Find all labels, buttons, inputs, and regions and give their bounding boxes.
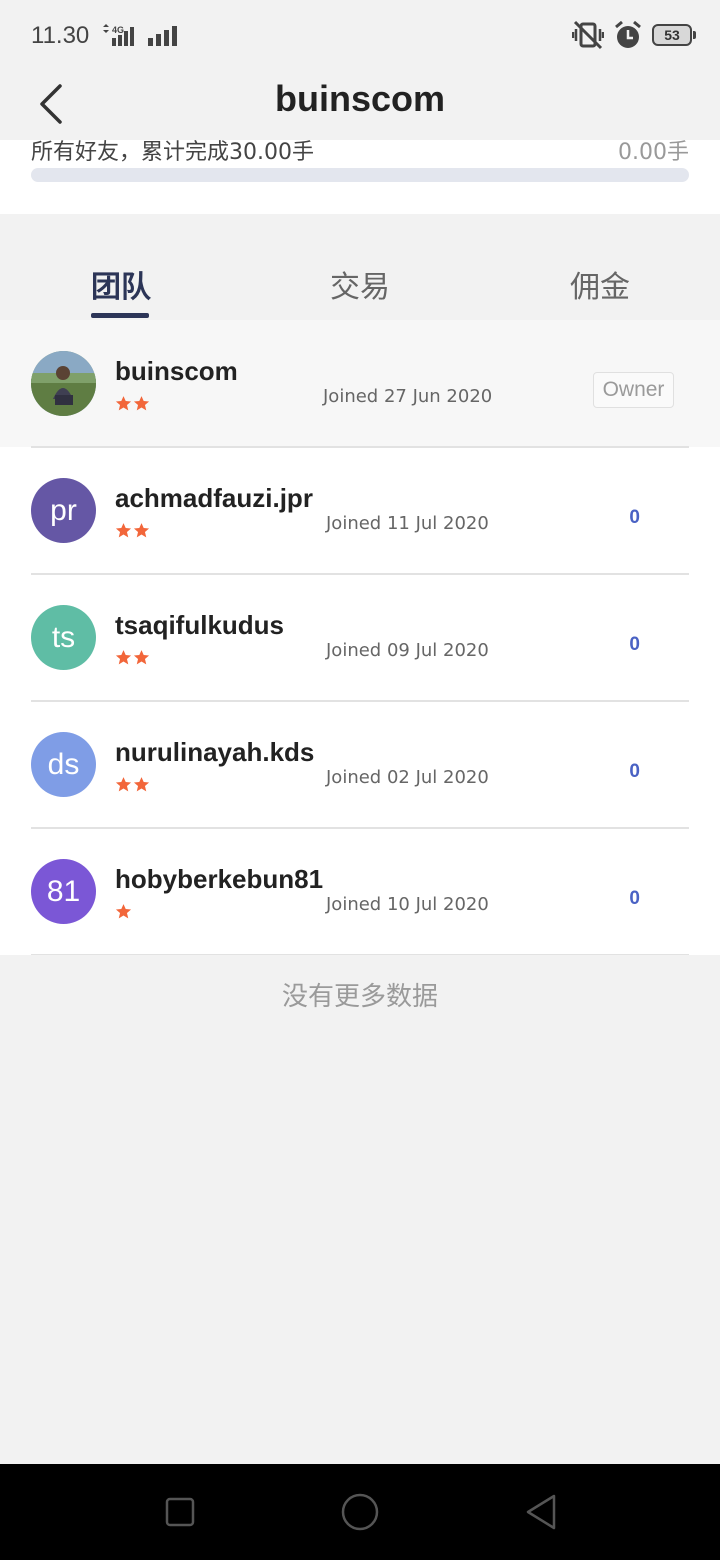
member-name: hobyberkebun81: [115, 864, 324, 894]
member-list: buinscom Joined 27 Jun 2020 Owner pr ach…: [0, 320, 720, 955]
summary-text: 所有好友，累计完成30.00手: [31, 140, 314, 165]
member-count: 0: [629, 888, 640, 909]
page-title: buinscom: [274, 78, 445, 119]
member-name: tsaqifulkudus: [115, 610, 285, 640]
svg-text:4G: 4G: [112, 25, 124, 35]
recents-square-icon[interactable]: [160, 1492, 200, 1532]
star-icon: [115, 904, 132, 919]
star-icon: [115, 396, 132, 411]
member-joined-date: Joined 09 Jul 2020: [326, 640, 489, 661]
list-item[interactable]: 81 hobyberkebun81 Joined 10 Jul 2020 0: [0, 827, 720, 955]
app-header: buinscom: [0, 70, 720, 140]
star-icon: [133, 523, 150, 538]
battery-level: 53: [664, 27, 680, 43]
rating-stars: [115, 776, 150, 794]
avatar: ts: [31, 605, 96, 670]
tab-team[interactable]: 团队: [61, 262, 181, 306]
status-icons: 53: [572, 18, 696, 52]
avatar-initials: ds: [47, 747, 80, 781]
progress-bar: [31, 168, 689, 182]
avatar-initials: pr: [50, 493, 77, 527]
member-name: buinscom: [115, 356, 238, 386]
star-icon: [115, 523, 132, 538]
signal-4g-icon: 4G: [103, 24, 134, 46]
list-item[interactable]: pr achmadfauzi.jpr Joined 11 Jul 2020 0: [0, 446, 720, 574]
row-divider: [31, 953, 689, 955]
avatar: ds: [31, 732, 96, 797]
member-count: 0: [629, 634, 640, 655]
member-count: 0: [629, 761, 640, 782]
row-divider: [31, 446, 689, 448]
row-divider: [31, 573, 689, 575]
system-nav-bar: [0, 1464, 720, 1560]
list-item[interactable]: ts tsaqifulkudus Joined 09 Jul 2020 0: [0, 573, 720, 701]
avatar: 81: [31, 859, 96, 924]
rating-stars: [115, 903, 132, 921]
avatar: [31, 351, 96, 416]
vibrate-off-icon: [572, 20, 604, 50]
member-count: 0: [629, 507, 640, 528]
row-divider: [31, 700, 689, 702]
member-joined-date: Joined 27 Jun 2020: [323, 386, 493, 407]
tab-active-indicator: [91, 313, 149, 318]
star-icon: [133, 650, 150, 665]
owner-badge: Owner: [593, 372, 674, 408]
alarm-icon: [615, 20, 641, 48]
signal-icon: [148, 26, 177, 46]
member-joined-date: Joined 10 Jul 2020: [326, 894, 489, 915]
tab-commission[interactable]: 佣金: [540, 262, 660, 306]
star-icon: [133, 396, 150, 411]
home-circle-icon[interactable]: [340, 1492, 380, 1532]
rating-stars: [115, 649, 150, 667]
member-joined-date: Joined 02 Jul 2020: [326, 767, 489, 788]
status-bar: 11.30 4G 53: [0, 0, 720, 70]
rating-stars: [115, 522, 150, 540]
avatar-photo: [31, 351, 96, 416]
star-icon: [115, 777, 132, 792]
summary-value: 0.00手: [618, 140, 689, 165]
avatar: pr: [31, 478, 96, 543]
row-divider: [31, 827, 689, 829]
star-icon: [133, 777, 150, 792]
tab-trade[interactable]: 交易: [300, 262, 420, 306]
no-more-data-text: 没有更多数据: [281, 982, 438, 1012]
list-item[interactable]: buinscom Joined 27 Jun 2020 Owner: [0, 320, 720, 447]
back-triangle-icon[interactable]: [520, 1492, 560, 1532]
tab-bar: 团队 交易 佣金: [0, 214, 720, 320]
battery-icon: 53: [652, 24, 696, 46]
status-time: 11.30: [31, 22, 90, 49]
member-joined-date: Joined 11 Jul 2020: [326, 513, 489, 534]
star-icon: [115, 650, 132, 665]
avatar-initials: ts: [51, 620, 76, 654]
rating-stars: [115, 395, 150, 413]
list-item[interactable]: ds nurulinayah.kds Joined 02 Jul 2020 0: [0, 700, 720, 828]
summary-card: 所有好友，累计完成30.00手 0.00手: [0, 140, 720, 214]
avatar-initials: 81: [46, 874, 81, 908]
member-name: achmadfauzi.jpr: [115, 483, 313, 513]
member-name: nurulinayah.kds: [115, 737, 315, 767]
